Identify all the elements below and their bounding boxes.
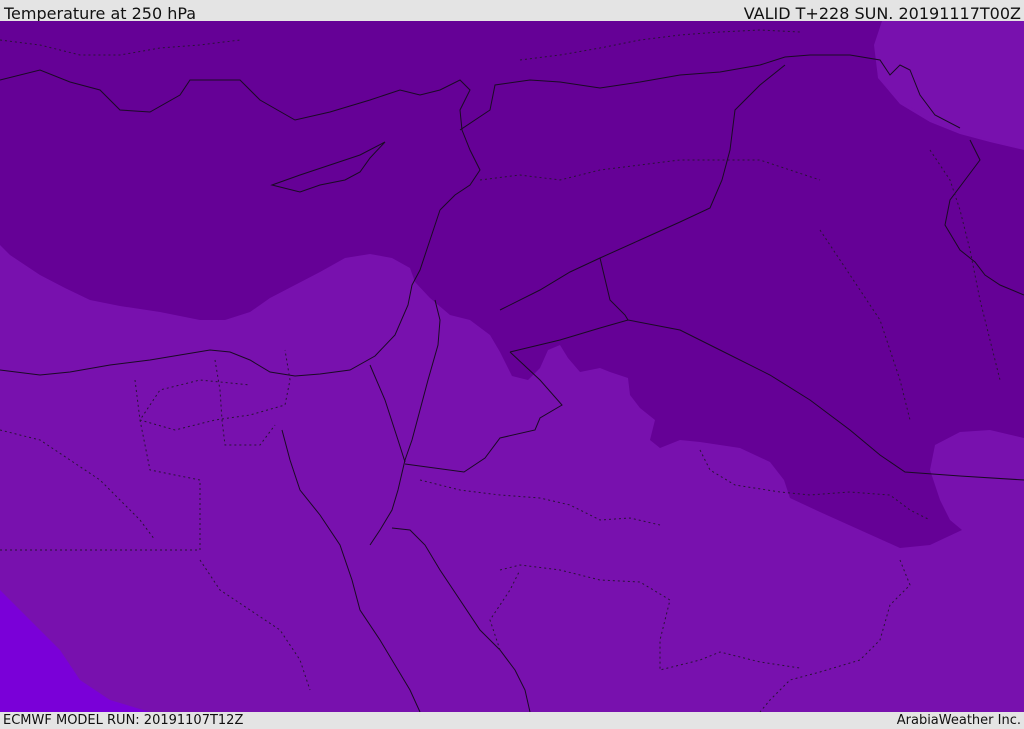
footer-bar: ECMWF MODEL RUN: 20191107T12Z ArabiaWeat… [0, 712, 1024, 729]
weather-map [0, 21, 1024, 712]
header-bar: Temperature at 250 hPa VALID T+228 SUN. … [0, 0, 1024, 23]
model-run-label: ECMWF MODEL RUN: 20191107T12Z [3, 713, 244, 728]
credit-label: ArabiaWeather Inc. [896, 713, 1021, 728]
